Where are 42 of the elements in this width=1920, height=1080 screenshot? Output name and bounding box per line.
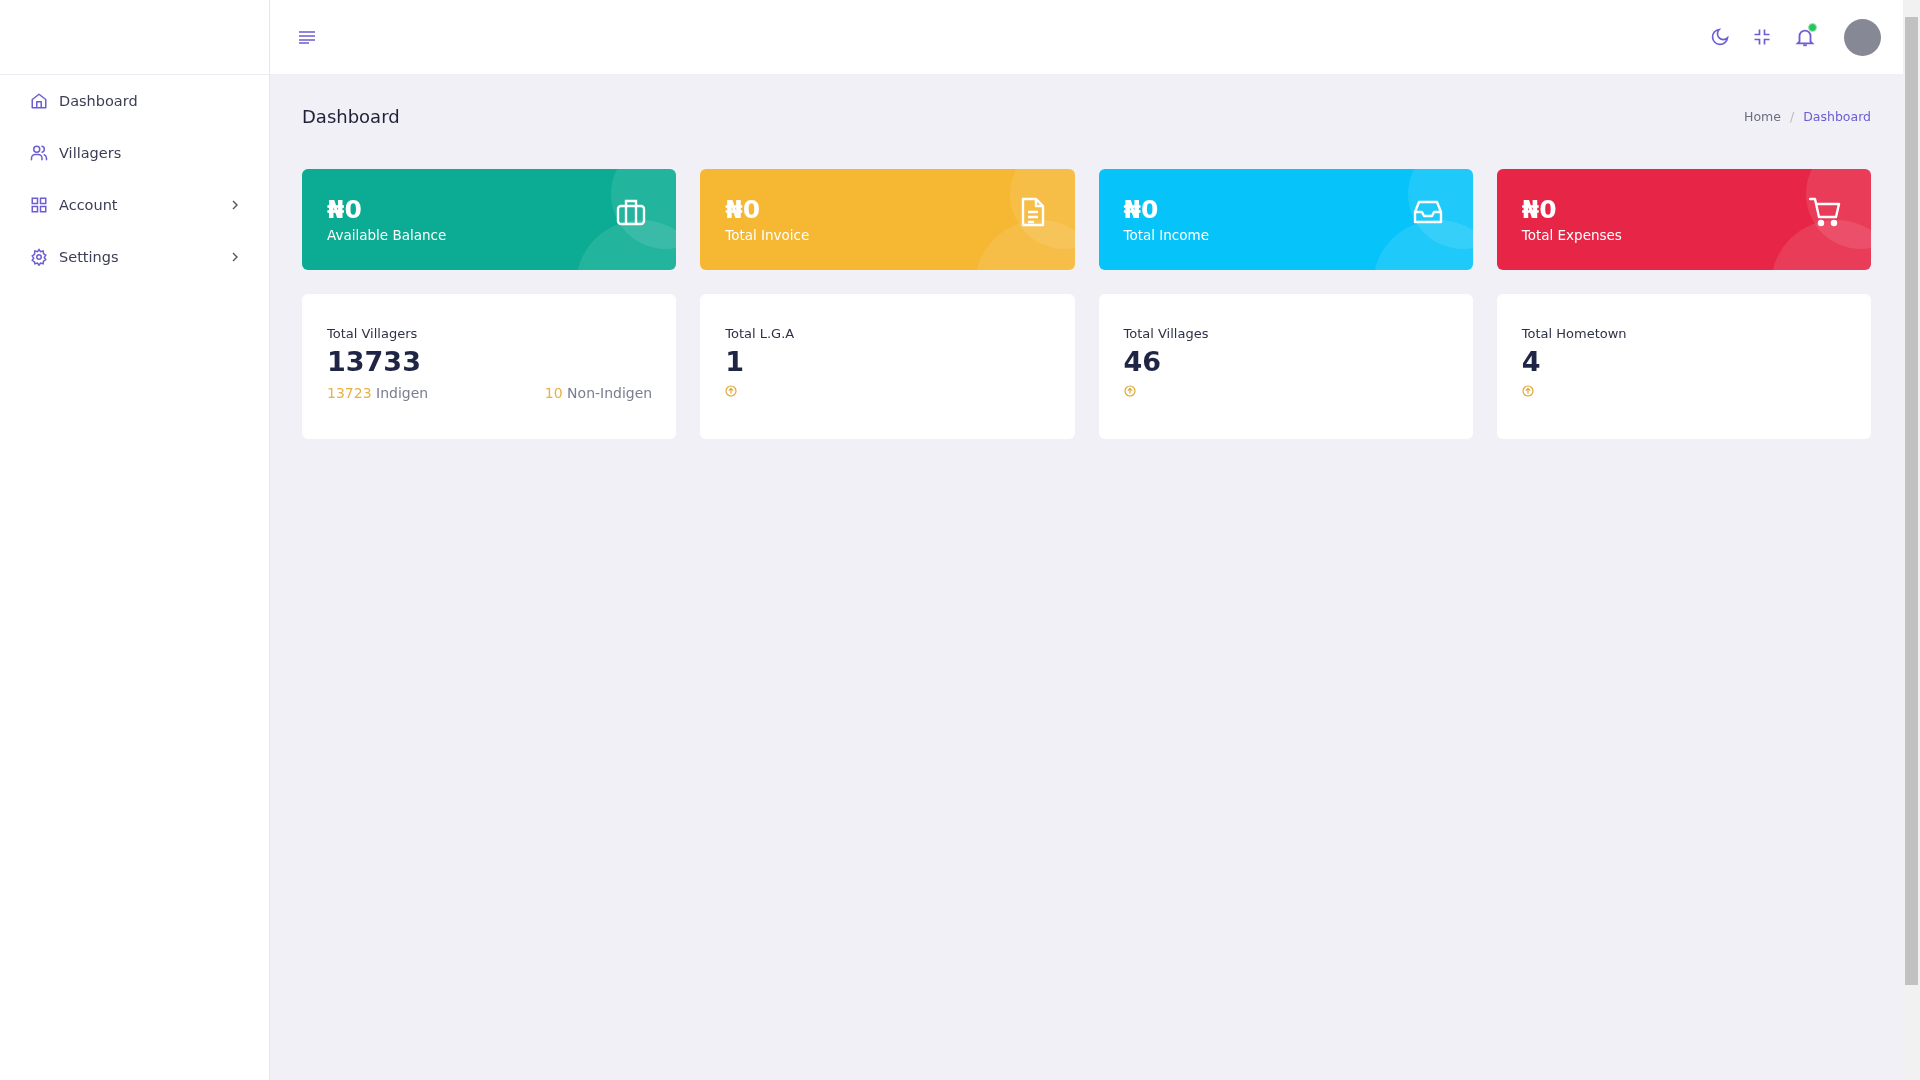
stat-title: Total Hometown <box>1521 326 1628 341</box>
moon-icon[interactable] <box>1710 27 1730 47</box>
sidebar-item[interactable]: Account <box>0 179 269 231</box>
non-indigen-count: 10 Non-Indigen <box>544 385 653 401</box>
indigen-count: 13723 Indigen <box>327 385 429 401</box>
inbox-icon <box>1412 198 1443 225</box>
card-label: Total Invoice <box>725 227 810 244</box>
breadcrumb-link[interactable]: Dashboard <box>1803 109 1871 124</box>
arrow-up-circle-icon <box>1521 385 1534 397</box>
stat-value: 1 <box>725 346 746 377</box>
card-label: Total Expenses <box>1521 227 1622 244</box>
stat-value: 13733 <box>327 346 422 377</box>
breadcrumb-link[interactable]: Home <box>1744 109 1781 124</box>
grid-icon <box>30 196 48 214</box>
amount: ₦0 <box>1521 195 1558 224</box>
users-icon <box>30 144 48 162</box>
shopping-cart-icon <box>1809 196 1841 227</box>
page-title: Dashboard <box>302 106 400 127</box>
card-label: Total Income <box>1123 227 1209 244</box>
amount: ₦0 <box>1123 195 1160 224</box>
stat-title: Total Villages <box>1123 326 1210 341</box>
amount: ₦0 <box>327 195 363 224</box>
arrow-up-circle-icon <box>1123 385 1136 397</box>
collapse-icon[interactable] <box>1752 27 1772 47</box>
sidebar-item[interactable]: Villagers <box>0 127 269 179</box>
stat-title: Total Villagers <box>327 326 419 341</box>
settings-icon <box>30 248 48 266</box>
sidebar-item[interactable]: Settings <box>0 231 269 283</box>
amount: ₦0 <box>725 195 762 224</box>
stat-value: 4 <box>1521 346 1542 377</box>
notification-bell-icon[interactable] <box>1794 25 1816 49</box>
stat-value: 46 <box>1123 346 1163 377</box>
document-icon <box>1020 196 1045 227</box>
arrow-up-circle-icon <box>725 385 738 397</box>
stat-title: Total L.G.A <box>725 326 796 341</box>
card-label: Available Balance <box>327 227 447 244</box>
avatar[interactable] <box>1844 18 1881 56</box>
breadcrumb-separator: / <box>1789 109 1795 124</box>
menu-icon[interactable] <box>298 30 316 44</box>
briefcase-icon <box>616 197 647 226</box>
sidebar-item[interactable]: Dashboard <box>0 75 269 127</box>
home-icon <box>30 92 48 110</box>
